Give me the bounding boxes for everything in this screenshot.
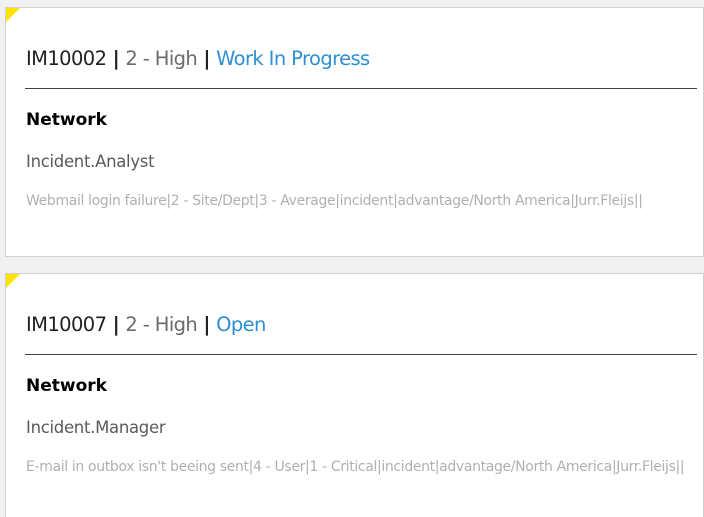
corner-flag-icon: [6, 274, 20, 288]
title-separator: |: [106, 313, 126, 336]
incident-assignee: Incident.Manager: [26, 418, 166, 437]
title-divider: [25, 88, 697, 89]
corner-flag-icon: [6, 8, 20, 22]
incident-title: IM10002 | 2 - High | Work In Progress: [26, 46, 370, 72]
incident-category: Network: [26, 110, 107, 130]
incident-id: IM10002: [26, 47, 107, 70]
title-separator: |: [197, 47, 217, 70]
incident-card[interactable]: IM10007 | 2 - High | Open Network Incide…: [5, 273, 704, 517]
incident-status-link[interactable]: Work In Progress: [216, 47, 370, 70]
incident-list: IM10002 | 2 - High | Work In Progress Ne…: [0, 0, 704, 517]
incident-priority: 2 - High: [125, 47, 198, 70]
incident-assignee: Incident.Analyst: [26, 152, 155, 171]
incident-id: IM10007: [26, 313, 107, 336]
incident-title: IM10007 | 2 - High | Open: [26, 312, 266, 338]
incident-details: E-mail in outbox isn't beeing sent|4 - U…: [26, 459, 685, 475]
incident-card[interactable]: IM10002 | 2 - High | Work In Progress Ne…: [5, 7, 704, 257]
incident-priority: 2 - High: [125, 313, 198, 336]
title-divider: [25, 354, 697, 355]
title-separator: |: [106, 47, 126, 70]
title-separator: |: [197, 313, 217, 336]
incident-details: Webmail login failure|2 - Site/Dept|3 - …: [26, 193, 643, 209]
incident-status-link[interactable]: Open: [216, 313, 266, 336]
incident-category: Network: [26, 376, 107, 396]
